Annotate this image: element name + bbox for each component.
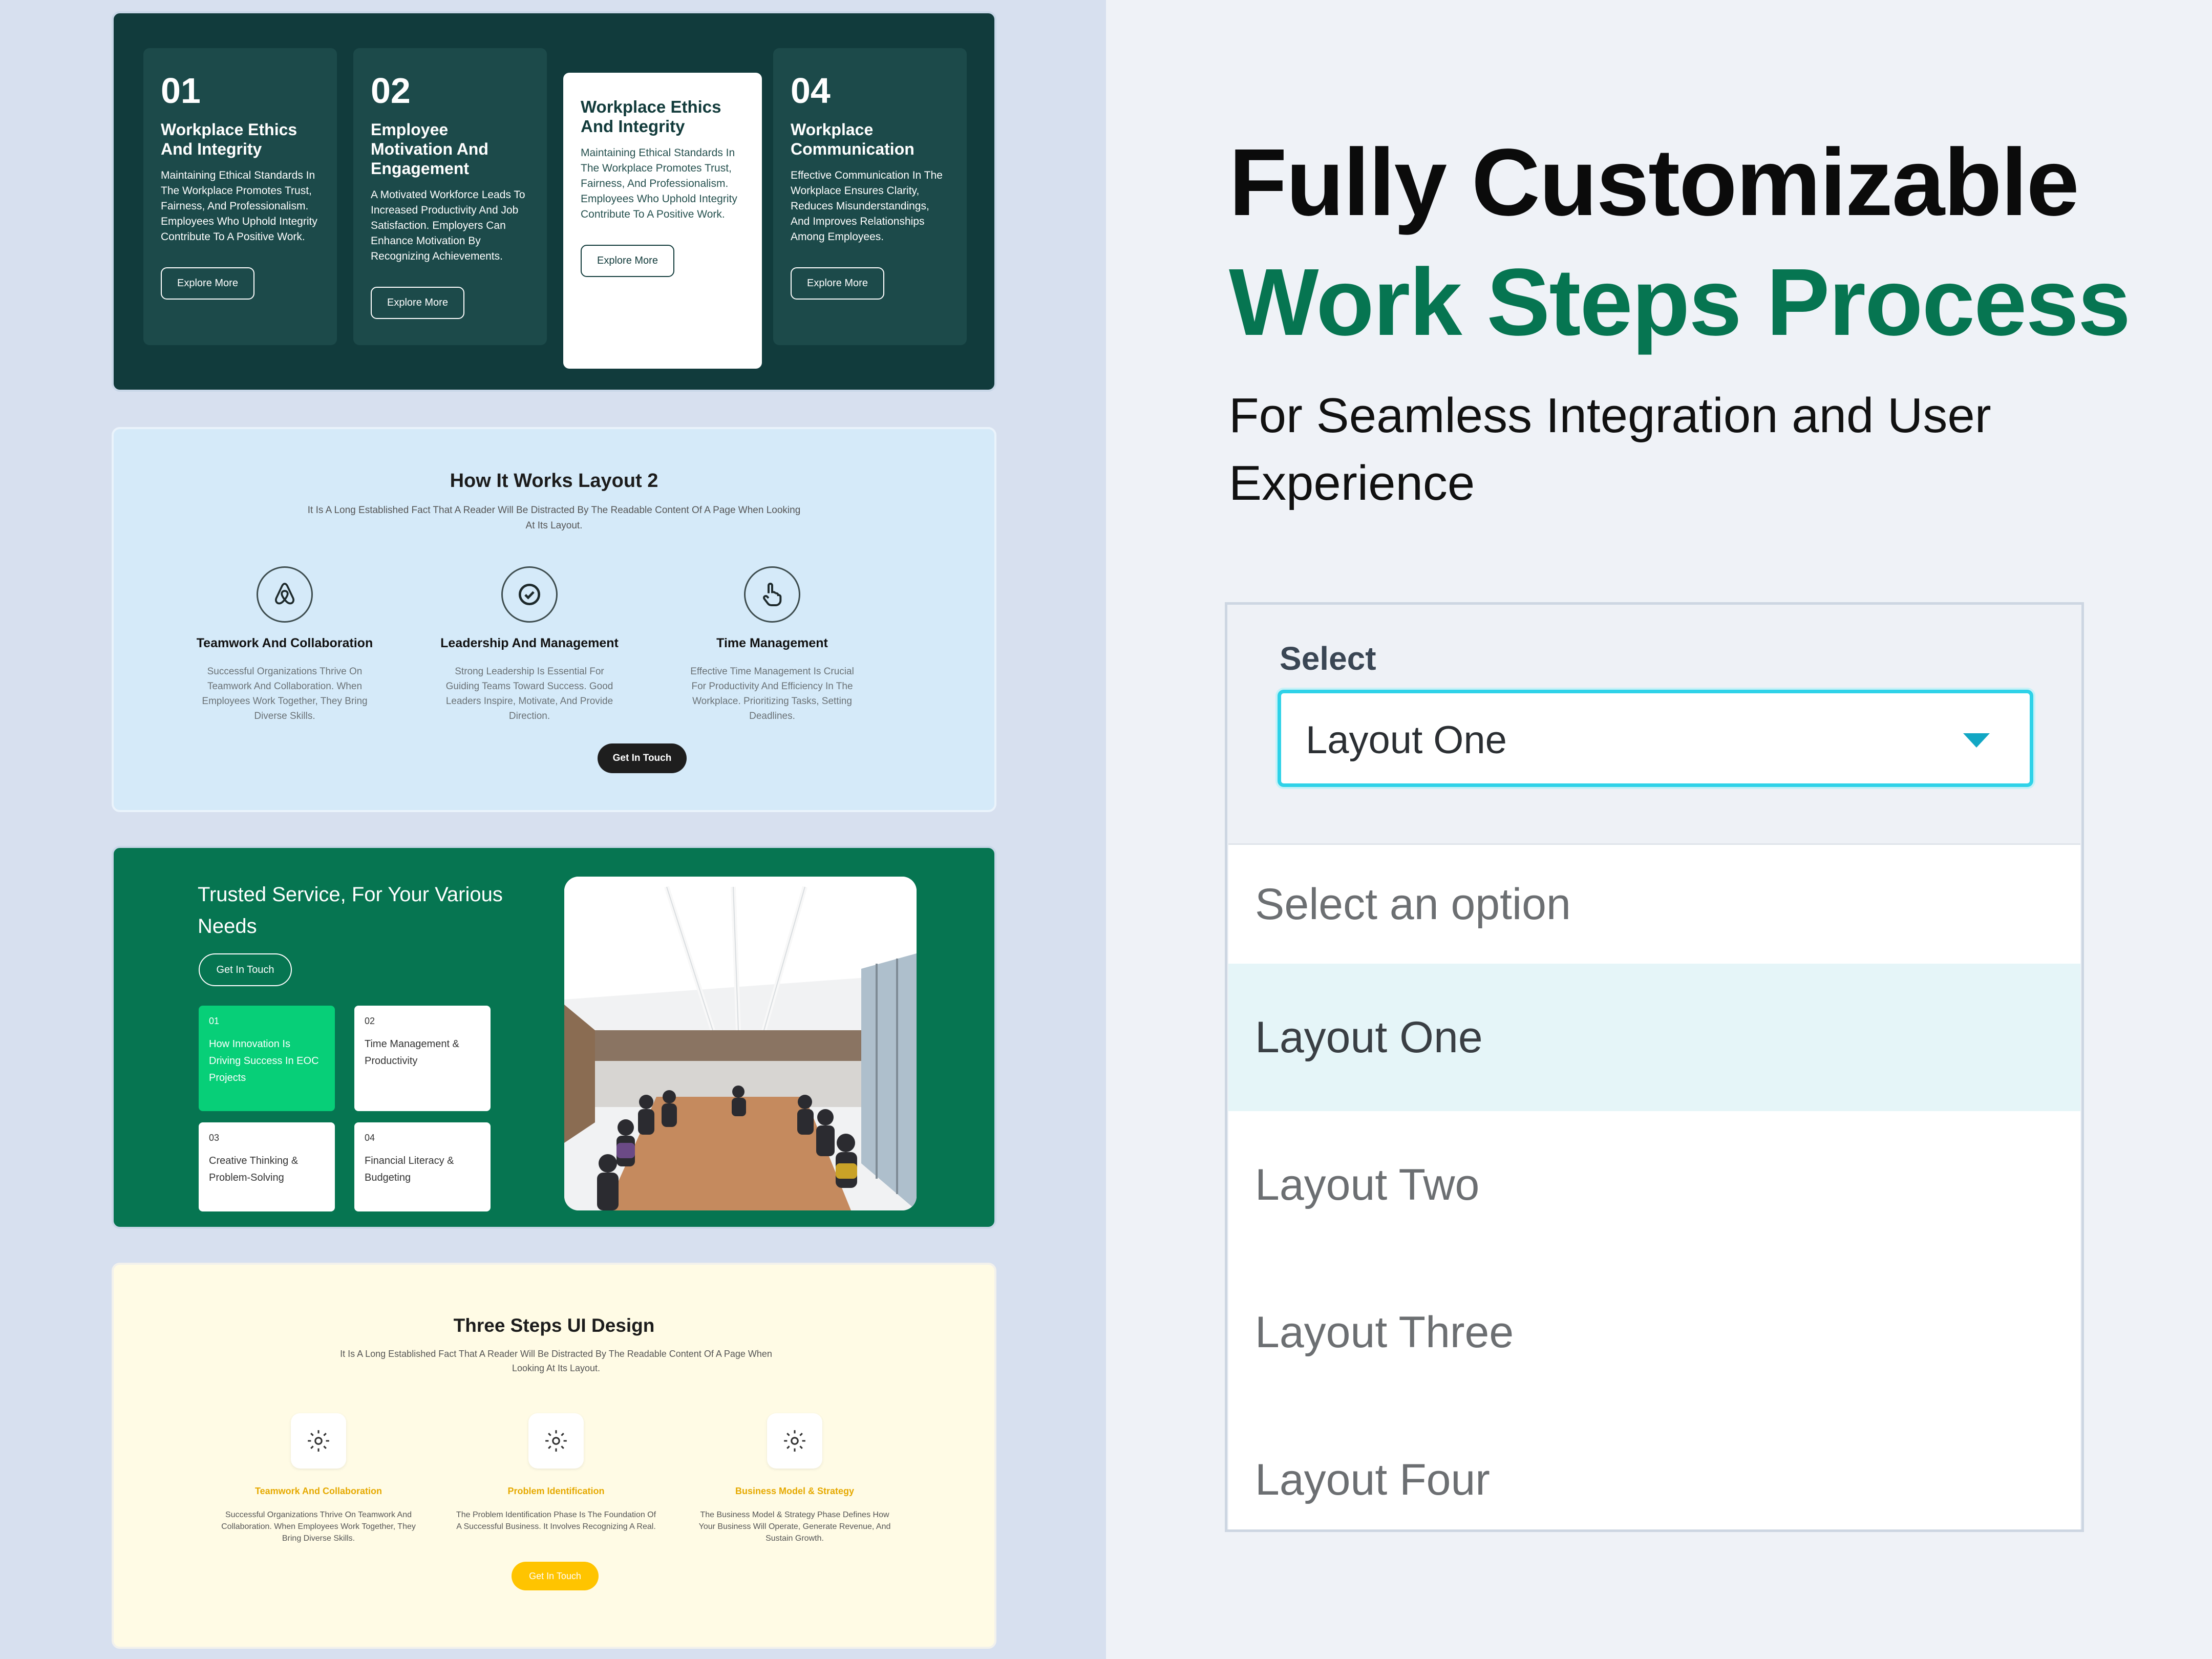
step-column: Teamwork And Collaboration Successful Or… xyxy=(211,1413,426,1544)
tile-number: 04 xyxy=(365,1133,375,1143)
step-description: Maintaining Ethical Standards In The Wor… xyxy=(581,147,737,220)
layout-two-preview: How It Works Layout 2 It Is A Long Estab… xyxy=(112,427,996,812)
hero-title-line-1: Fully Customizable xyxy=(1229,130,2079,236)
explore-more-button[interactable]: Explore More xyxy=(161,267,254,300)
hero-subtitle: For Seamless Integration and User Experi… xyxy=(1229,388,1991,511)
tile-text: How Innovation Is Driving Success In EOC… xyxy=(209,1038,319,1083)
feature-heading: Teamwork And Collaboration xyxy=(196,636,373,650)
select-option-placeholder[interactable]: Select an option xyxy=(1228,845,2080,964)
feature-column: Time Management Effective Time Managemen… xyxy=(670,566,875,724)
step-description: The Business Model & Strategy Phase Defi… xyxy=(698,1511,891,1543)
step-card: 04 Workplace Communication Effective Com… xyxy=(773,48,967,345)
step-title: Workplace Ethics And Integrity xyxy=(581,97,721,136)
step-description: Successful Organizations Thrive On Teamw… xyxy=(221,1511,416,1543)
topic-tile[interactable]: 04 Financial Literacy & Budgeting xyxy=(354,1122,491,1211)
gear-brain-icon xyxy=(291,1413,346,1469)
step-heading: Teamwork And Collaboration xyxy=(254,1486,382,1496)
step-number: 02 xyxy=(371,71,411,111)
step-description: The Problem Identification Phase Is The … xyxy=(456,1511,656,1531)
tile-number: 02 xyxy=(365,1016,375,1026)
feature-column: Leadership And Management Strong Leaders… xyxy=(427,566,632,724)
section-title: Trusted Service, For Your Various Needs xyxy=(198,883,503,938)
hero-title-line-2: Work Steps Process xyxy=(1229,249,2131,355)
layout-previews: 01 Workplace Ethics And Integrity Mainta… xyxy=(0,0,1106,1659)
step-title: Workplace Ethics And Integrity xyxy=(161,120,297,158)
feature-heading: Time Management xyxy=(716,636,828,650)
step-description: Effective Communication In The Workplace… xyxy=(791,169,943,243)
step-card: 01 Workplace Ethics And Integrity Mainta… xyxy=(143,48,337,345)
step-card: 02 Employee Motivation And Engagement A … xyxy=(353,48,547,345)
feature-description: Effective Time Management Is Crucial For… xyxy=(690,666,854,721)
step-description: Maintaining Ethical Standards In The Wor… xyxy=(161,169,317,243)
section-title: Three Steps UI Design xyxy=(453,1315,655,1336)
section-title: How It Works Layout 2 xyxy=(450,470,658,492)
explore-more-button[interactable]: Explore More xyxy=(581,245,674,277)
layout-four-preview: Three Steps UI Design It Is A Long Estab… xyxy=(112,1263,996,1649)
explore-more-button[interactable]: Explore More xyxy=(371,287,464,319)
select-option-layout-one[interactable]: Layout One xyxy=(1228,964,2080,1111)
tile-text: Creative Thinking & Problem-Solving xyxy=(209,1155,299,1183)
feature-column: Teamwork And Collaboration Successful Or… xyxy=(182,566,387,724)
layout-select-widget: Select Layout One Select an option Layou… xyxy=(1225,602,2084,1532)
layout-three-preview: Trusted Service, For Your Various Needs … xyxy=(112,846,996,1229)
step-number: 01 xyxy=(161,71,201,111)
step-card-active: Workplace Ethics And Integrity Maintaini… xyxy=(563,73,762,369)
select-option-layout-two[interactable]: Layout Two xyxy=(1228,1111,2080,1259)
section-subtitle: It Is A Long Established Fact That A Rea… xyxy=(340,1349,772,1373)
select-option-layout-three[interactable]: Layout Three xyxy=(1228,1259,2080,1406)
hand-pointer-icon xyxy=(744,566,800,623)
get-in-touch-button[interactable]: Get In Touch xyxy=(512,1562,599,1590)
tile-text: Time Management & Productivity xyxy=(365,1038,459,1067)
get-in-touch-button[interactable]: Get In Touch xyxy=(598,743,687,773)
step-description: A Motivated Workforce Leads To Increased… xyxy=(371,189,525,262)
caret-down-icon[interactable] xyxy=(1963,733,1990,748)
explore-more-button[interactable]: Explore More xyxy=(791,267,884,300)
feature-description: Successful Organizations Thrive On Teamw… xyxy=(202,666,368,721)
step-heading: Problem Identification xyxy=(507,1486,605,1496)
airbnb-icon xyxy=(257,566,313,623)
select-value: Layout One xyxy=(1306,718,1507,762)
tile-number: 01 xyxy=(209,1016,220,1026)
step-heading: Business Model & Strategy xyxy=(735,1486,855,1496)
step-title: Employee Motivation And Engagement xyxy=(371,120,488,178)
step-title: Workplace Communication xyxy=(791,120,914,158)
select-option-layout-four[interactable]: Layout Four xyxy=(1228,1406,2080,1554)
gear-brain-icon xyxy=(528,1413,584,1469)
step-number: 04 xyxy=(791,71,831,111)
step-column: Business Model & Strategy The Business M… xyxy=(687,1413,902,1544)
check-circle-icon xyxy=(501,566,558,623)
conference-room-photo xyxy=(564,877,917,1210)
feature-heading: Leadership And Management xyxy=(440,636,619,650)
tile-number: 03 xyxy=(209,1133,220,1143)
layout-select[interactable]: Layout One xyxy=(1278,690,2033,787)
select-options-list: Select an option Layout One Layout Two L… xyxy=(1228,843,2080,1529)
get-in-touch-button[interactable]: Get In Touch xyxy=(199,953,292,986)
feature-description: Strong Leadership Is Essential For Guidi… xyxy=(445,666,613,721)
select-label: Select xyxy=(1280,640,1376,677)
gear-brain-icon xyxy=(767,1413,822,1469)
step-column: Problem Identification The Problem Ident… xyxy=(449,1413,664,1533)
topic-tile[interactable]: 03 Creative Thinking & Problem-Solving xyxy=(199,1122,335,1211)
topic-tile[interactable]: 02 Time Management & Productivity xyxy=(354,1006,491,1111)
tile-text: Financial Literacy & Budgeting xyxy=(365,1155,454,1183)
topic-tile-active[interactable]: 01 How Innovation Is Driving Success In … xyxy=(199,1006,335,1111)
layout-one-preview: 01 Workplace Ethics And Integrity Mainta… xyxy=(112,11,996,392)
section-subtitle: It Is A Long Established Fact That A Rea… xyxy=(307,505,801,531)
promo-section: Fully Customizable Work Steps Process Fo… xyxy=(1106,0,2212,1659)
